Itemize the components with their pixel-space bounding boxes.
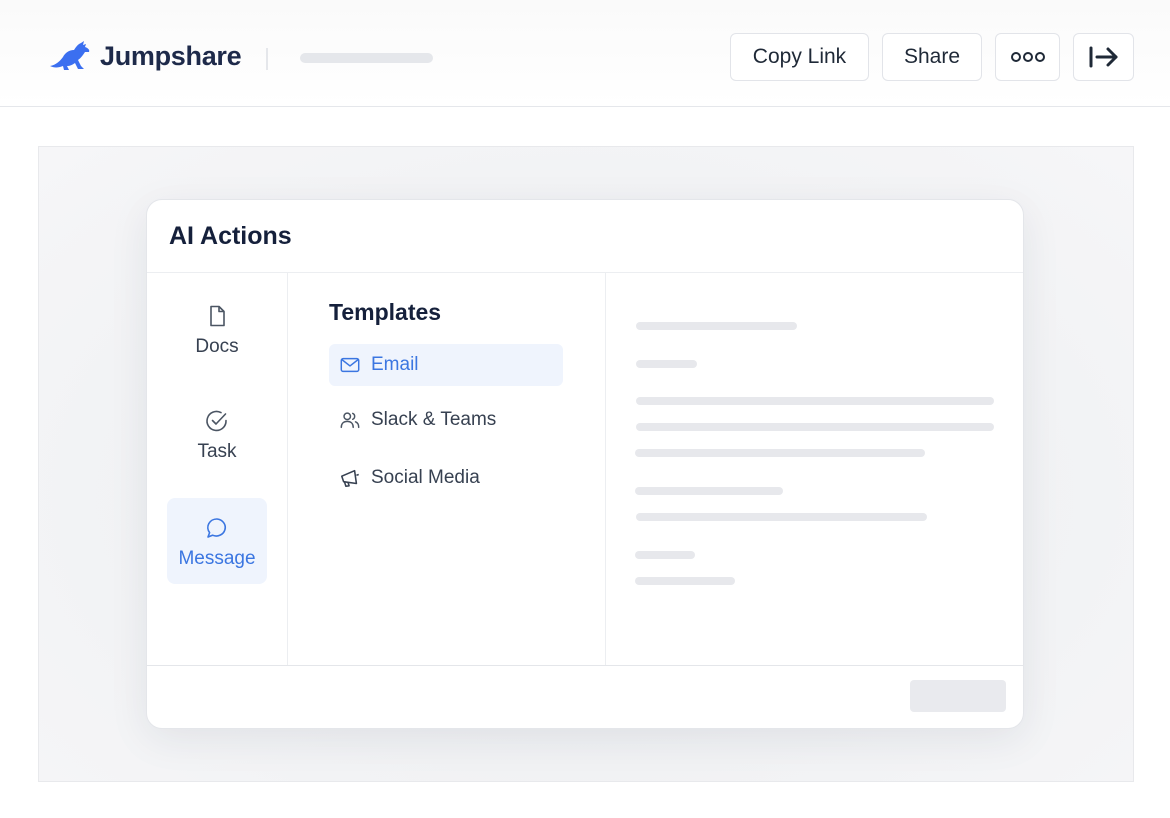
kangaroo-logo-icon <box>50 41 90 70</box>
header-divider <box>266 48 268 70</box>
title-placeholder <box>300 53 433 63</box>
skeleton-line <box>635 551 695 559</box>
footer-action-button[interactable] <box>910 680 1006 712</box>
mail-icon <box>340 357 360 373</box>
skeleton-line <box>636 322 797 330</box>
sidebar-item-label: Message <box>178 548 256 569</box>
templates-heading: Templates <box>329 299 442 325</box>
share-button[interactable]: Share <box>882 33 982 81</box>
skeleton-line <box>636 423 994 431</box>
template-item-email[interactable]: Email <box>329 344 563 386</box>
check-circle-icon <box>206 410 227 432</box>
footer-divider <box>147 665 1023 666</box>
exit-button[interactable] <box>1073 33 1134 81</box>
panel-title: AI Actions <box>169 222 292 250</box>
ai-actions-panel: AI Actions Docs Task Message Templates E… <box>146 199 1024 729</box>
template-item-label: Slack & Teams <box>371 409 497 430</box>
sidebar-item-message[interactable]: Message <box>167 498 267 584</box>
skeleton-line <box>636 513 927 521</box>
sidebar-item-docs[interactable]: Docs <box>167 286 267 372</box>
column-divider <box>287 273 288 665</box>
sidebar-item-task[interactable]: Task <box>167 391 267 477</box>
skeleton-line <box>636 360 697 368</box>
template-item-social-media[interactable]: Social Media <box>329 457 563 499</box>
skeleton-line <box>635 487 783 495</box>
copy-link-button[interactable]: Copy Link <box>730 33 869 81</box>
skeleton-line <box>635 449 925 457</box>
document-icon <box>210 305 225 327</box>
megaphone-icon <box>340 469 359 488</box>
users-icon <box>340 412 360 429</box>
skeleton-line <box>635 577 735 585</box>
column-divider <box>605 273 606 665</box>
brand-logo[interactable]: Jumpshare <box>48 38 242 74</box>
more-horizontal-icon <box>1010 52 1045 62</box>
exit-arrow-icon <box>1089 46 1117 68</box>
template-item-label: Social Media <box>371 467 480 488</box>
sidebar-item-label: Docs <box>195 336 239 357</box>
sidebar-item-label: Task <box>197 441 237 462</box>
copy-link-label: Copy Link <box>752 45 847 68</box>
top-bar: Jumpshare Copy Link Share <box>0 0 1170 107</box>
template-item-label: Email <box>371 354 419 375</box>
template-item-slack-teams[interactable]: Slack & Teams <box>329 399 563 441</box>
share-label: Share <box>903 45 961 68</box>
brand-name: Jumpshare <box>100 40 242 71</box>
header-divider <box>147 272 1023 273</box>
skeleton-line <box>636 397 994 405</box>
chat-bubble-icon <box>207 518 226 538</box>
more-button[interactable] <box>995 33 1060 81</box>
